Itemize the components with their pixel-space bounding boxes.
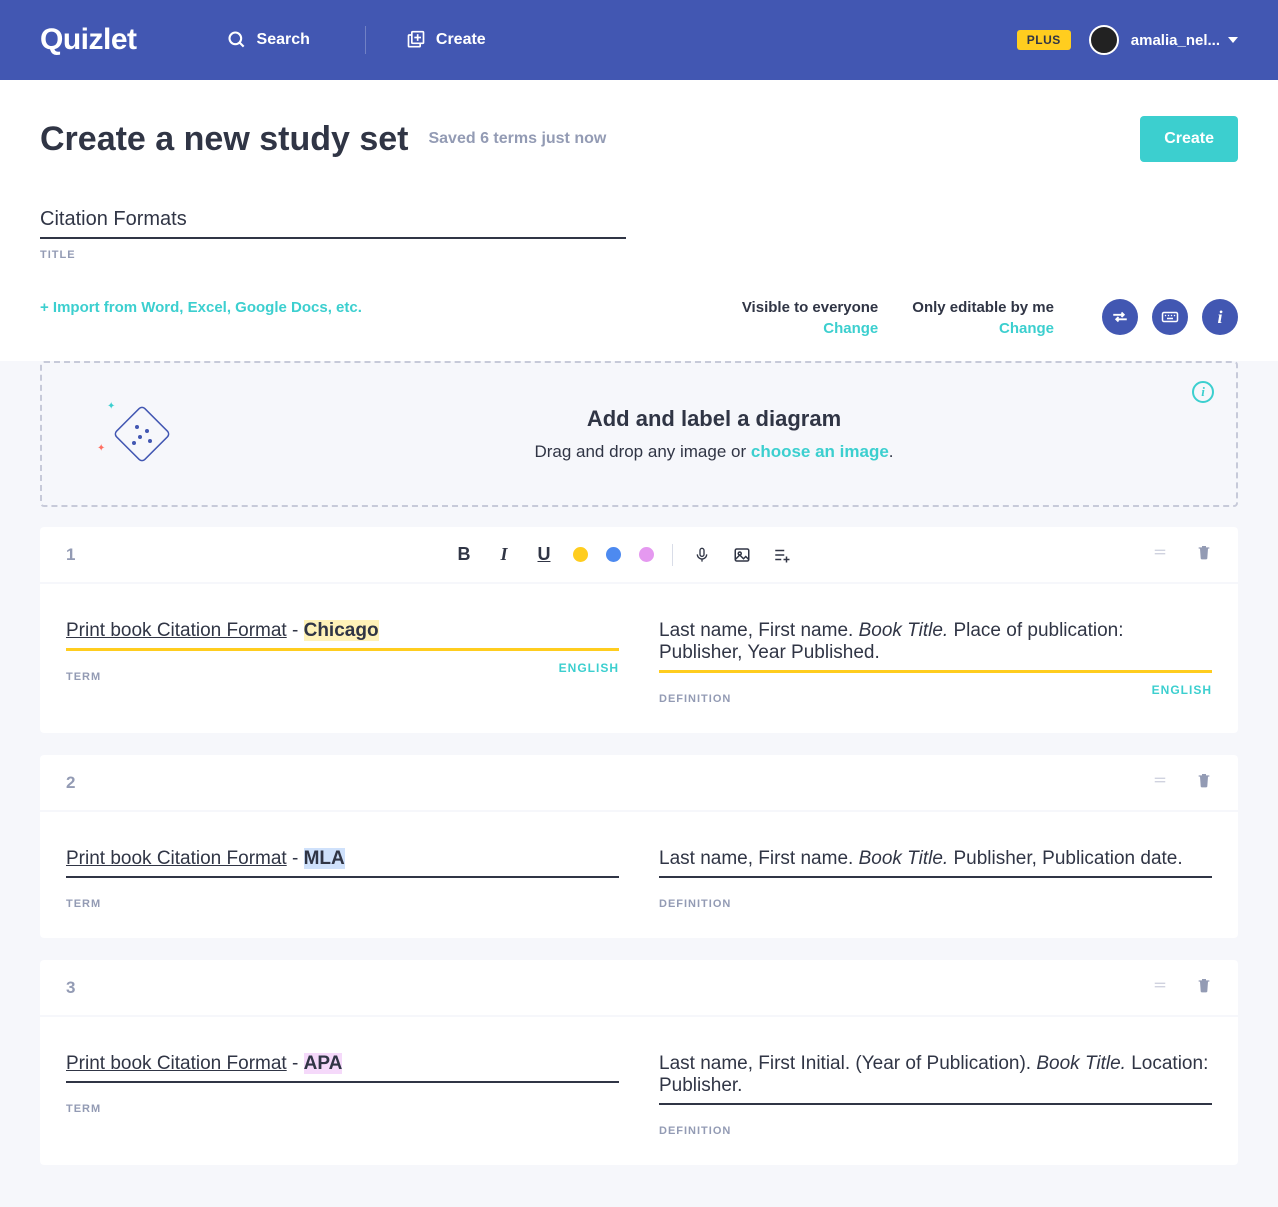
- term-input[interactable]: Print book Citation Format - MLA: [66, 848, 619, 878]
- definition-language[interactable]: ENGLISH: [1152, 683, 1212, 705]
- format-toolbar: B I U: [453, 544, 793, 566]
- highlight-pink[interactable]: [639, 547, 654, 562]
- term-input[interactable]: Print book Citation Format - Chicago: [66, 620, 619, 651]
- keyboard-button[interactable]: [1152, 299, 1188, 335]
- underline-button[interactable]: U: [533, 544, 555, 565]
- drag-handle-icon[interactable]: [1150, 978, 1170, 997]
- diagram-title: Add and label a diagram: [222, 406, 1206, 432]
- definition-input[interactable]: Last name, First Initial. (Year of Publi…: [659, 1053, 1212, 1105]
- title-field-label: TITLE: [40, 249, 626, 261]
- create-button[interactable]: Create: [1140, 116, 1238, 162]
- create-icon: [406, 30, 426, 50]
- term-card: 3 Print book Citation Format - APA TERM …: [40, 960, 1238, 1165]
- card-number: 3: [66, 978, 96, 998]
- saved-status: Saved 6 terms just now: [428, 130, 606, 148]
- diagram-dropzone[interactable]: ✦ ✦ Add and label a diagram Drag and dro…: [40, 361, 1238, 507]
- plus-badge[interactable]: PLUS: [1017, 30, 1071, 50]
- cards-list: 1 B I U Print book Citation Format - Chi…: [0, 507, 1278, 1207]
- avatar[interactable]: [1089, 25, 1119, 55]
- content-area: Create a new study set Saved 6 terms jus…: [0, 80, 1278, 361]
- nav-search[interactable]: Search: [227, 30, 310, 50]
- diagram-icon: ✦ ✦: [92, 399, 182, 469]
- italic-button[interactable]: I: [493, 544, 515, 565]
- definition-label: DEFINITION: [659, 693, 731, 705]
- term-input[interactable]: Print book Citation Format - APA: [66, 1053, 619, 1083]
- chevron-down-icon[interactable]: [1228, 37, 1238, 43]
- choose-image-link[interactable]: choose an image: [751, 442, 889, 461]
- nav-create[interactable]: Create: [406, 30, 486, 50]
- nav-divider: [365, 26, 366, 54]
- nav-search-label: Search: [257, 31, 310, 49]
- highlight-yellow[interactable]: [573, 547, 588, 562]
- mic-button[interactable]: [691, 546, 713, 564]
- nav-create-label: Create: [436, 31, 486, 49]
- app-header: Quizlet Search Create PLUS amalia_nel...: [0, 0, 1278, 80]
- swap-button[interactable]: [1102, 299, 1138, 335]
- highlight-blue[interactable]: [606, 547, 621, 562]
- set-title-input[interactable]: [40, 202, 626, 239]
- bold-button[interactable]: B: [453, 544, 475, 565]
- visibility-label: Visible to everyone: [742, 299, 878, 316]
- image-button[interactable]: [731, 546, 753, 564]
- diagram-info-button[interactable]: i: [1192, 381, 1214, 403]
- visibility-setting: Visible to everyone Change: [742, 299, 878, 337]
- diagram-subtitle: Drag and drop any image or choose an ima…: [222, 442, 1206, 462]
- card-number: 2: [66, 773, 96, 793]
- term-label: TERM: [66, 671, 101, 683]
- import-link[interactable]: + Import from Word, Excel, Google Docs, …: [40, 299, 362, 316]
- editable-label: Only editable by me: [912, 299, 1054, 316]
- term-label: TERM: [66, 1103, 101, 1115]
- svg-text:✦: ✦: [97, 443, 105, 454]
- username[interactable]: amalia_nel...: [1131, 32, 1220, 49]
- info-button[interactable]: i: [1202, 299, 1238, 335]
- editable-setting: Only editable by me Change: [912, 299, 1054, 337]
- term-label: TERM: [66, 898, 101, 910]
- definition-input[interactable]: Last name, First name. Book Title. Place…: [659, 620, 1212, 673]
- definition-label: DEFINITION: [659, 1125, 731, 1137]
- delete-button[interactable]: [1196, 976, 1212, 999]
- search-icon: [227, 30, 247, 50]
- term-card: 1 B I U Print book Citation Format - Chi…: [40, 527, 1238, 733]
- toolbar-divider: [672, 544, 673, 566]
- swap-icon: [1111, 308, 1129, 326]
- drag-handle-icon[interactable]: [1150, 545, 1170, 564]
- keyboard-icon: [1161, 308, 1179, 326]
- term-card: 2 Print book Citation Format - MLA TERM …: [40, 755, 1238, 938]
- svg-text:✦: ✦: [107, 401, 115, 412]
- term-language[interactable]: ENGLISH: [559, 661, 619, 683]
- logo[interactable]: Quizlet: [40, 23, 137, 57]
- delete-button[interactable]: [1196, 543, 1212, 566]
- delete-button[interactable]: [1196, 771, 1212, 794]
- drag-handle-icon[interactable]: [1150, 773, 1170, 792]
- page-title: Create a new study set: [40, 120, 408, 159]
- visibility-change[interactable]: Change: [742, 320, 878, 337]
- card-number: 1: [66, 545, 96, 565]
- list-add-button[interactable]: [771, 546, 793, 564]
- definition-label: DEFINITION: [659, 898, 731, 910]
- definition-input[interactable]: Last name, First name. Book Title. Publi…: [659, 848, 1212, 878]
- editable-change[interactable]: Change: [912, 320, 1054, 337]
- info-icon: i: [1217, 307, 1222, 328]
